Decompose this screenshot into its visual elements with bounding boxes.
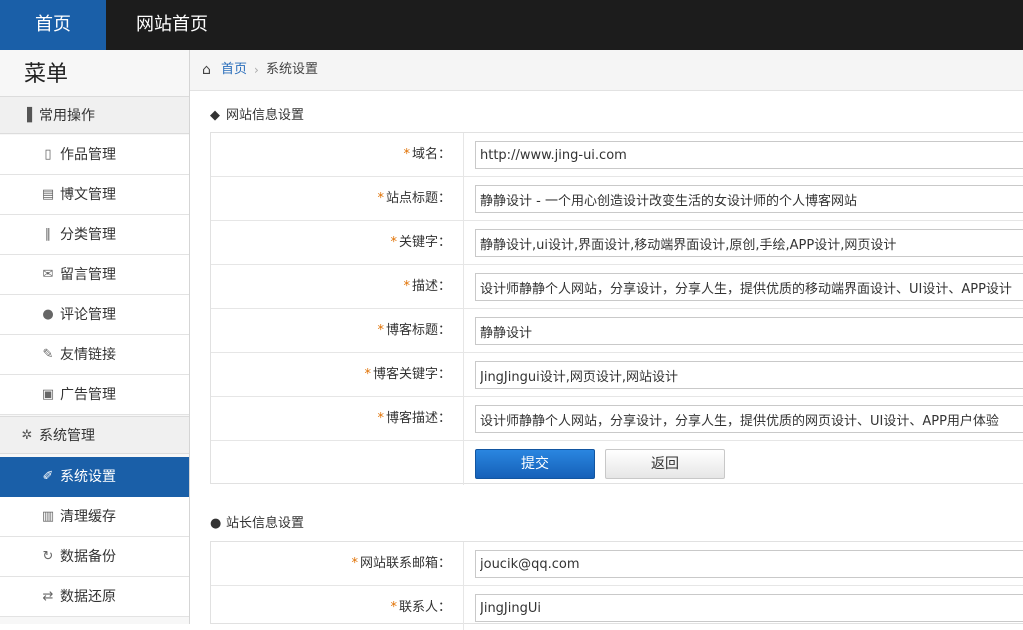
- sidebar-item-label: 系统设置: [60, 469, 116, 485]
- form-row-domain: * 域名：: [211, 133, 1023, 177]
- field-label: * 关键字：: [211, 221, 464, 264]
- sidebar-item-label: 分类管理: [60, 227, 116, 243]
- blog-title-input[interactable]: [475, 317, 1023, 345]
- envelope-icon: ✉: [42, 267, 54, 282]
- site-info-section-title: ◆ 网站信息设置: [210, 104, 304, 123]
- sidebar-item-system-settings[interactable]: ✐ 系统设置: [0, 457, 189, 497]
- contact-person-input[interactable]: [475, 594, 1023, 622]
- sync-icon: ⇄: [42, 589, 54, 604]
- sidebar-item-label: 评论管理: [60, 307, 116, 323]
- wrench-icon: ✐: [42, 469, 54, 484]
- field-label: * 站点标题：: [211, 177, 464, 220]
- section-title-text: 网站信息设置: [226, 108, 305, 123]
- book-icon: ▐: [22, 108, 32, 123]
- field-label: * 联系人：: [211, 586, 464, 630]
- breadcrumb-home-link[interactable]: 首页: [221, 50, 247, 90]
- file-icon: ▯: [44, 147, 52, 162]
- breadcrumb-current: 系统设置: [266, 62, 319, 77]
- blog-description-input[interactable]: [475, 405, 1023, 433]
- top-nav-site-home[interactable]: 网站首页: [115, 0, 229, 50]
- field-label: * 网站联系邮箱：: [211, 542, 464, 585]
- sidebar-item-restore[interactable]: ⇄ 数据还原: [0, 577, 189, 617]
- sidebar-item-label: 数据备份: [60, 549, 116, 565]
- sidebar: 菜单 ▐ 常用操作 ▯ 作品管理 ▤ 博文管理 ∥ 分类管理 ✉ 留言管理 ● …: [0, 50, 190, 624]
- refresh-icon: ↻: [42, 549, 54, 564]
- form-row-contact-email: * 网站联系邮箱：: [211, 542, 1023, 586]
- submit-button[interactable]: 提交: [475, 449, 595, 479]
- sidebar-item-clear-cache[interactable]: ▥ 清理缓存: [0, 497, 189, 537]
- field-label: * 博客描述：: [211, 397, 464, 440]
- site-info-form: *域名： *站点标题： *关键字： *描述： *博客标题： *博客关键字： *博…: [210, 132, 1023, 485]
- form-row-keywords: * 关键字：: [211, 221, 1023, 265]
- section-title-text: 站长信息设置: [226, 516, 305, 531]
- sidebar-item-ads[interactable]: ▣ 广告管理: [0, 375, 189, 415]
- sidebar-item-messages[interactable]: ✉ 留言管理: [0, 255, 189, 295]
- field-label: * 描述：: [211, 265, 464, 308]
- tag-icon: ◆: [210, 108, 220, 123]
- gear-icon: ✲: [21, 428, 33, 443]
- description-input[interactable]: [475, 273, 1023, 301]
- site-title-input[interactable]: [475, 185, 1023, 213]
- form-row-site-title: * 站点标题：: [211, 177, 1023, 221]
- blog-keywords-input[interactable]: [475, 361, 1023, 389]
- sidebar-item-label: 广告管理: [60, 387, 116, 403]
- plug-icon: ✎: [42, 347, 54, 362]
- sidebar-item-works[interactable]: ▯ 作品管理: [0, 135, 189, 175]
- sidebar-item-links[interactable]: ✎ 友情链接: [0, 335, 189, 375]
- user-icon: ●: [210, 516, 222, 531]
- contact-email-input[interactable]: [475, 550, 1023, 578]
- form-row-description: * 描述：: [211, 265, 1023, 309]
- trash-icon: ▥: [41, 509, 55, 524]
- keywords-input[interactable]: [475, 229, 1023, 257]
- sidebar-item-label: 留言管理: [60, 267, 116, 283]
- form-row-actions: 提交 返回: [211, 441, 1023, 485]
- form-row-contact-person: * 联系人：: [211, 586, 1023, 630]
- library-icon: ∥: [44, 227, 52, 242]
- sidebar-item-posts[interactable]: ▤ 博文管理: [0, 175, 189, 215]
- sidebar-title: 菜单: [24, 62, 69, 87]
- back-button[interactable]: 返回: [605, 449, 725, 479]
- domain-input[interactable]: [475, 141, 1023, 169]
- picture-icon: ▣: [41, 387, 55, 402]
- top-bar: 首页 网站首页: [0, 0, 1023, 50]
- document-icon: ▤: [41, 187, 55, 202]
- sidebar-item-categories[interactable]: ∥ 分类管理: [0, 215, 189, 255]
- sidebar-item-label: 数据还原: [60, 589, 116, 605]
- owner-info-section-title: ● 站长信息设置: [210, 512, 304, 531]
- sidebar-item-label: 友情链接: [60, 347, 116, 363]
- form-row-blog-keywords: * 博客关键字：: [211, 353, 1023, 397]
- owner-info-form: *网站联系邮箱： *联系人：: [210, 541, 1023, 630]
- sidebar-item-label: 作品管理: [60, 147, 116, 163]
- breadcrumb: ⌂ 首页 › 系统设置: [190, 50, 1023, 91]
- comment-icon: ●: [42, 307, 54, 322]
- empty-label-cell: [211, 441, 464, 485]
- sidebar-group-label: 常用操作: [39, 108, 95, 124]
- form-row-blog-description: * 博客描述：: [211, 397, 1023, 441]
- sidebar-item-label: 博文管理: [60, 187, 116, 203]
- top-nav-home[interactable]: 首页: [0, 0, 106, 50]
- sidebar-item-backup[interactable]: ↻ 数据备份: [0, 537, 189, 577]
- sidebar-group-common[interactable]: ▐ 常用操作: [0, 96, 189, 134]
- form-row-blog-title: * 博客标题：: [211, 309, 1023, 353]
- field-label: * 域名：: [211, 133, 464, 176]
- field-label: * 博客标题：: [211, 309, 464, 352]
- sidebar-item-label: 清理缓存: [60, 509, 116, 525]
- sidebar-group-system[interactable]: ✲ 系统管理: [0, 416, 189, 454]
- sidebar-item-comments[interactable]: ● 评论管理: [0, 295, 189, 335]
- home-icon: ⌂: [202, 62, 211, 78]
- sidebar-group-label: 系统管理: [39, 428, 95, 444]
- field-label: * 博客关键字：: [211, 353, 464, 396]
- breadcrumb-separator: ›: [254, 63, 259, 77]
